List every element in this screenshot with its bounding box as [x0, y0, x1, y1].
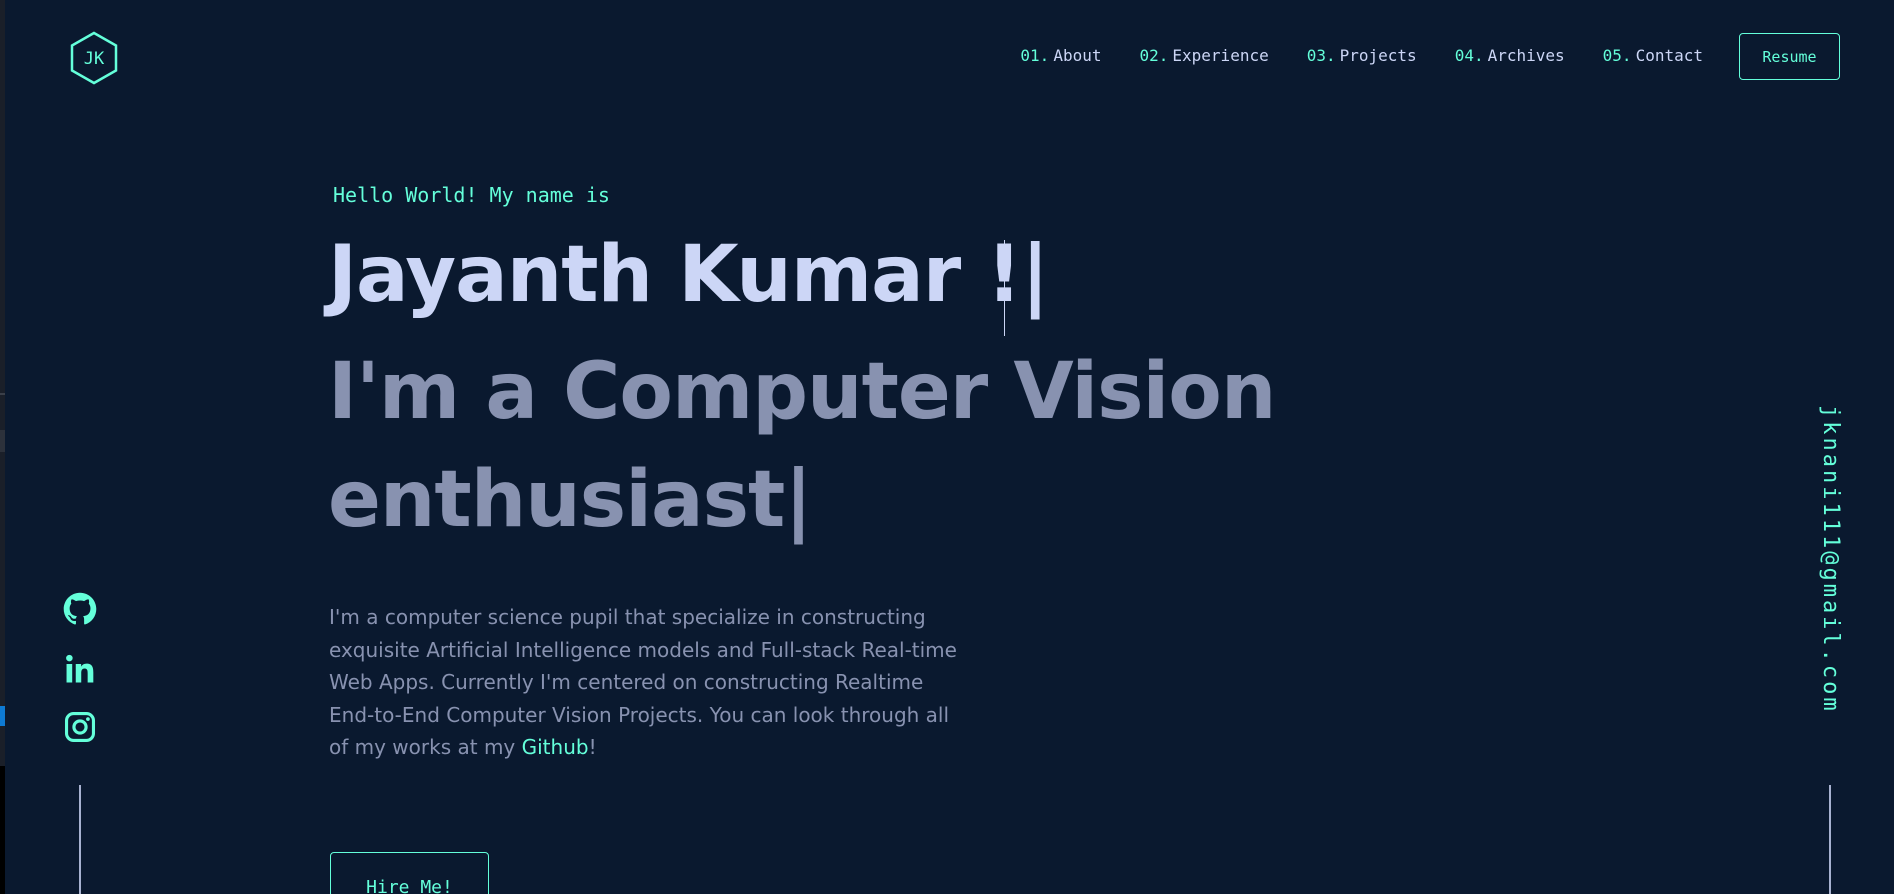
tagline-line: I'm a Computer Vision	[328, 347, 1276, 437]
instagram-icon[interactable]	[63, 710, 97, 744]
nav-number: 01.	[1020, 46, 1050, 65]
bio-text: I'm a computer science pupil that specia…	[329, 605, 957, 759]
nav-item-contact[interactable]: 05. Contact	[1603, 46, 1703, 65]
hire-me-button[interactable]: Hire Me!	[330, 852, 489, 894]
nav-number: 04.	[1454, 46, 1484, 65]
social-divider-line	[79, 785, 81, 894]
hexagon-logo-icon[interactable]: JK	[69, 31, 119, 85]
window-edge-bottom	[0, 766, 5, 894]
edge-mark	[0, 706, 5, 726]
tagline-line: enthusiast|	[328, 455, 813, 545]
github-link[interactable]: Github	[522, 735, 589, 759]
text-cursor	[1004, 240, 1005, 336]
github-icon[interactable]	[63, 592, 97, 626]
email-link[interactable]: jknani111@gmail.com	[1818, 405, 1843, 714]
nav-item-experience[interactable]: 02. Experience	[1139, 46, 1268, 65]
window-edge	[0, 0, 5, 766]
nav-label: Experience	[1172, 46, 1269, 65]
logo-text: JK	[84, 49, 105, 69]
nav-number: 02.	[1139, 46, 1169, 65]
bio-end: !	[588, 735, 597, 759]
nav-item-about[interactable]: 01. About	[1020, 46, 1101, 65]
hero-name: Jayanth Kumar !|	[328, 230, 1049, 320]
edge-mark	[0, 430, 5, 452]
nav-item-archives[interactable]: 04. Archives	[1455, 46, 1565, 65]
nav-label: Projects	[1339, 46, 1417, 65]
nav-label: Contact	[1635, 46, 1703, 65]
nav-number: 03.	[1306, 46, 1336, 65]
hero-bio: I'm a computer science pupil that specia…	[329, 601, 959, 764]
nav-item-projects[interactable]: 03. Projects	[1307, 46, 1417, 65]
nav-label: About	[1053, 46, 1102, 65]
main-nav: 01. About 02. Experience 03. Projects 04. Ar…	[982, 46, 1703, 65]
hero-tagline: I'm a Computer Vision enthusiast|	[328, 338, 1308, 554]
hero-greeting: Hello World! My name is	[333, 183, 610, 207]
linkedin-icon[interactable]	[63, 652, 97, 686]
edge-mark	[0, 393, 5, 395]
resume-button[interactable]: Resume	[1739, 33, 1840, 80]
nav-number: 05.	[1602, 46, 1632, 65]
nav-label: Archives	[1487, 46, 1565, 65]
email-divider-line	[1829, 785, 1831, 894]
